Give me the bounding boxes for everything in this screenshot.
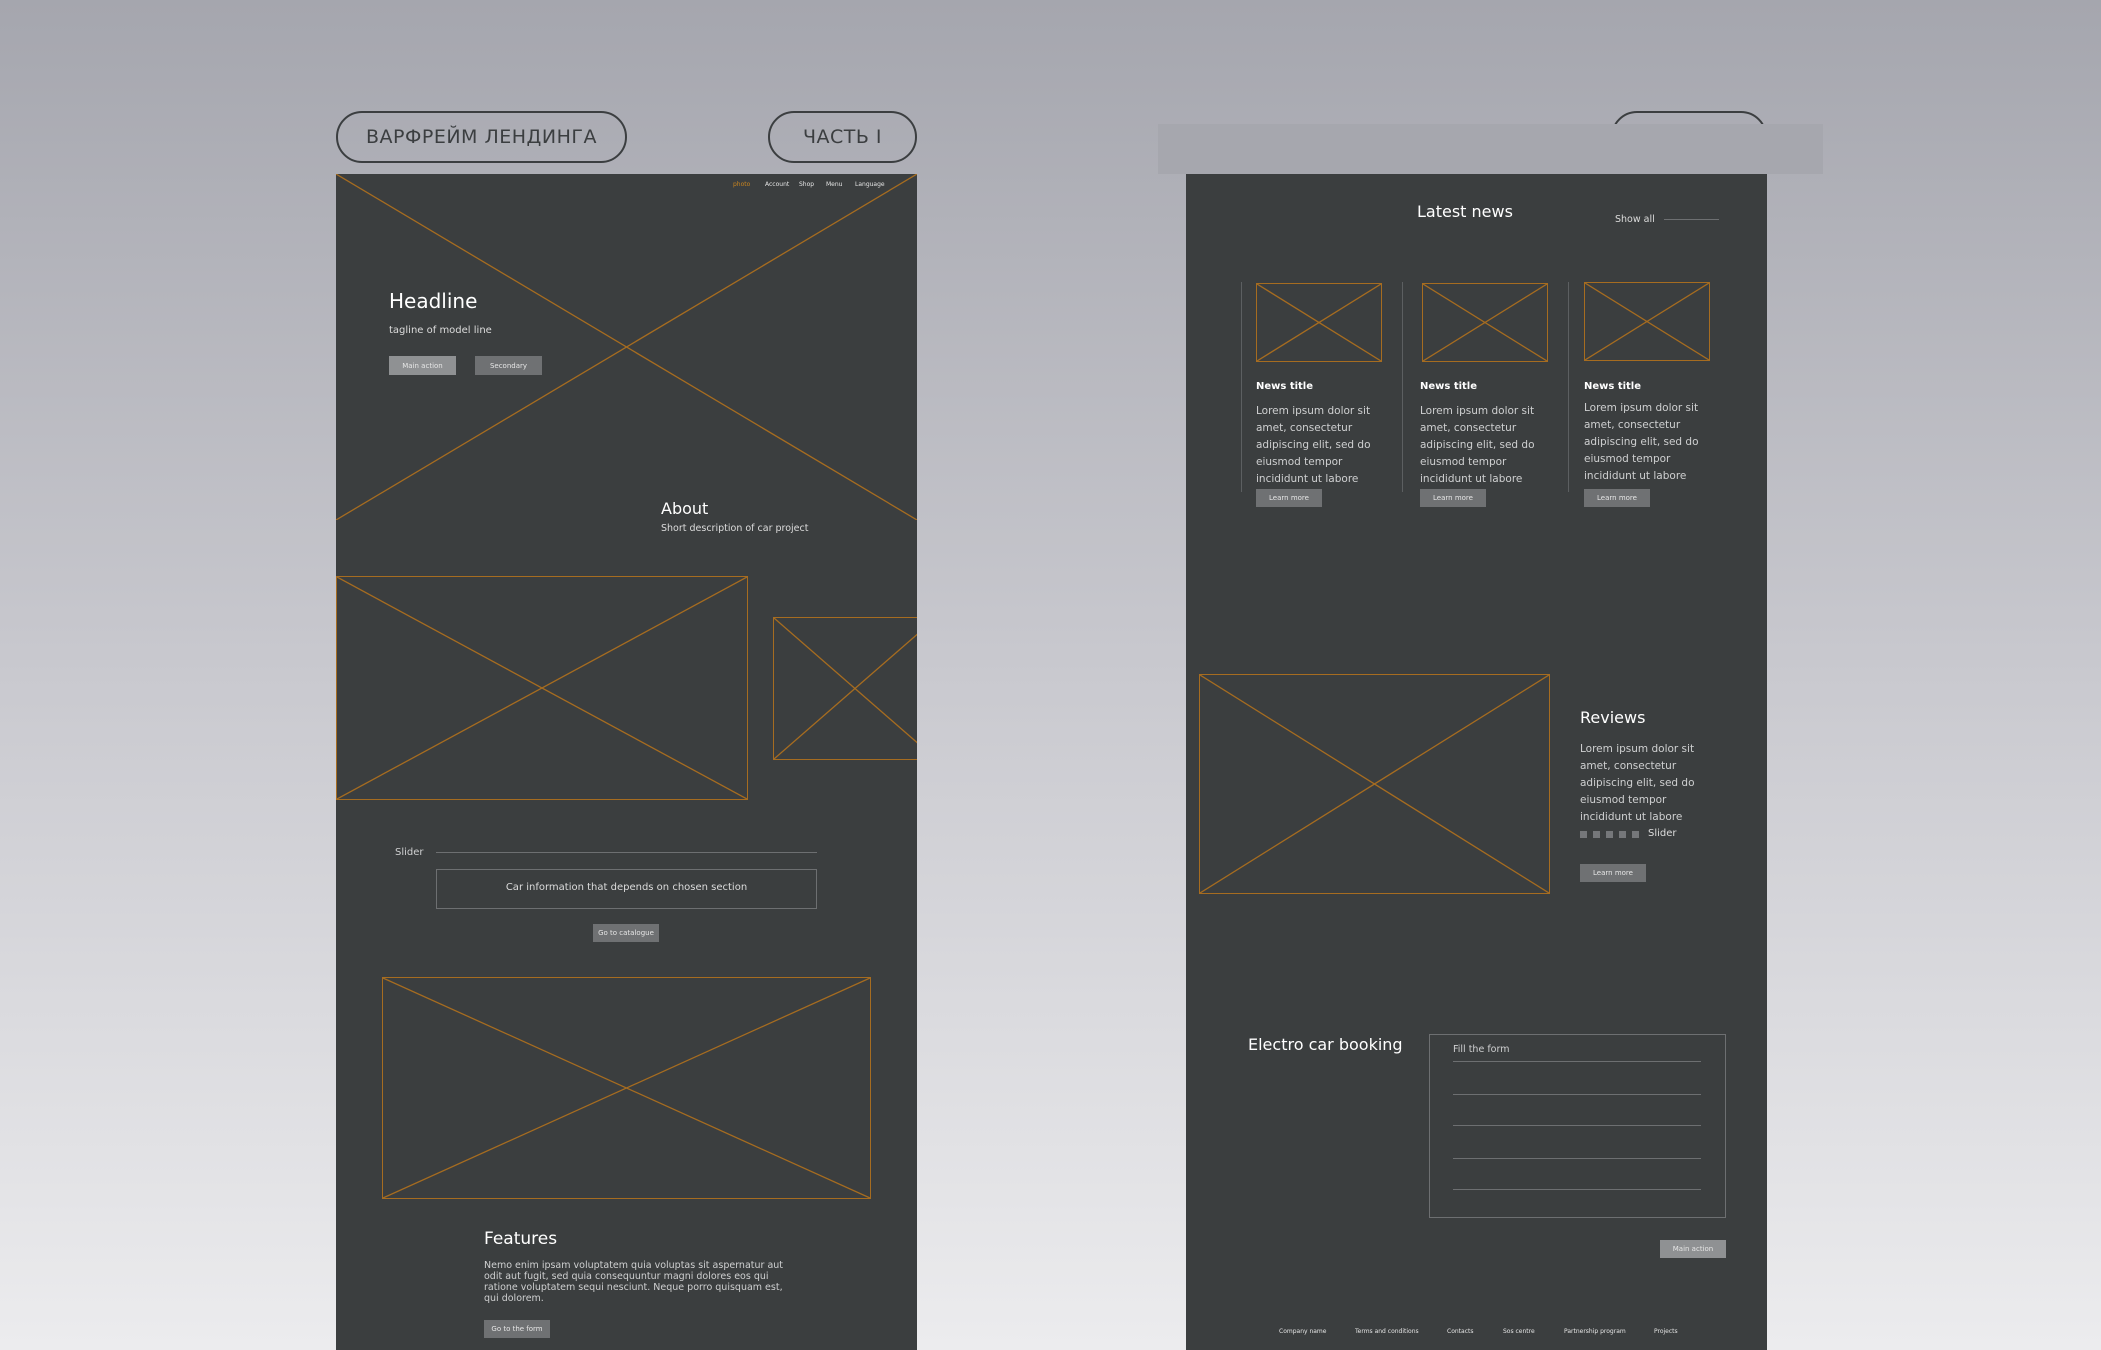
news-divider xyxy=(1241,282,1242,492)
footer-partnership[interactable]: Partnership program xyxy=(1564,1328,1626,1335)
slider-track[interactable] xyxy=(436,852,817,853)
main-action-button[interactable]: Main action xyxy=(389,356,456,375)
feature-image-placeholder xyxy=(382,977,871,1199)
part1-pill: ЧАСТЬ I xyxy=(768,111,917,163)
news-image-3 xyxy=(1584,282,1710,361)
slider-dot[interactable] xyxy=(1632,831,1639,838)
form-field-line[interactable] xyxy=(1453,1094,1701,1095)
news-text-2: Lorem ipsum dolor sit amet, consectetur … xyxy=(1420,405,1535,485)
hero-tagline: tagline of model line xyxy=(389,325,492,336)
news-title-1: News title xyxy=(1256,381,1314,392)
nav-logo[interactable]: photo xyxy=(733,181,750,188)
nav-account[interactable]: Account xyxy=(765,181,789,188)
about-title: About xyxy=(661,499,709,518)
reviews-title: Reviews xyxy=(1580,708,1646,727)
car-info-text: Car information that depends on chosen s… xyxy=(505,882,748,893)
go-to-form-button[interactable]: Go to the form xyxy=(484,1320,550,1338)
reviews-learn-more-button[interactable]: Learn more xyxy=(1580,864,1646,882)
fill-the-form-label: Fill the form xyxy=(1453,1044,1510,1055)
part2-backdrop xyxy=(1158,124,1823,174)
show-all-line xyxy=(1664,219,1719,220)
booking-main-action-button[interactable]: Main action xyxy=(1660,1240,1726,1258)
hero-image-placeholder xyxy=(336,174,917,520)
reviews-slider-dots[interactable] xyxy=(1580,831,1642,839)
slider-label: Slider xyxy=(395,847,424,858)
footer-company-name[interactable]: Company name xyxy=(1279,1328,1326,1335)
slider-dot[interactable] xyxy=(1606,831,1613,838)
form-field-line[interactable] xyxy=(1453,1061,1701,1062)
footer-sos-centre[interactable]: Sos centre xyxy=(1503,1328,1535,1335)
part1-board: photo Account Shop Menu Language Headlin… xyxy=(336,174,917,1350)
news-image-1 xyxy=(1256,283,1382,362)
news-learn-more-2[interactable]: Learn more xyxy=(1420,489,1486,507)
nav-shop[interactable]: Shop xyxy=(799,181,814,188)
nav-menu[interactable]: Menu xyxy=(826,181,842,188)
news-text-3: Lorem ipsum dolor sit amet, consectetur … xyxy=(1584,402,1699,482)
reviews-text: Lorem ipsum dolor sit amet, consectetur … xyxy=(1580,743,1695,823)
news-divider xyxy=(1568,282,1569,492)
slider-dot[interactable] xyxy=(1619,831,1626,838)
hero-headline: Headline xyxy=(389,289,478,313)
form-field-line[interactable] xyxy=(1453,1125,1701,1126)
secondary-button[interactable]: Secondary xyxy=(475,356,542,375)
show-all-link[interactable]: Show all xyxy=(1615,214,1655,225)
nav-language[interactable]: Language xyxy=(855,181,885,188)
news-title-3: News title xyxy=(1584,381,1642,392)
go-to-catalogue-button[interactable]: Go to catalogue xyxy=(593,924,659,942)
latest-news-title: Latest news xyxy=(1417,202,1513,221)
slider-dot[interactable] xyxy=(1593,831,1600,838)
news-learn-more-1[interactable]: Learn more xyxy=(1256,489,1322,507)
landing-wireframe-pill: ВАРФРЕЙМ ЛЕНДИНГА xyxy=(336,111,627,163)
booking-title: Electro car booking xyxy=(1248,1035,1403,1054)
news-learn-more-3[interactable]: Learn more xyxy=(1584,489,1650,507)
news-title-2: News title xyxy=(1420,381,1478,392)
part2-board: Latest news Show all News title Lorem ip… xyxy=(1186,174,1767,1350)
news-text-1: Lorem ipsum dolor sit amet, consectetur … xyxy=(1256,405,1371,485)
footer-projects[interactable]: Projects xyxy=(1654,1328,1678,1335)
about-image-small xyxy=(773,617,917,760)
slider-dot[interactable] xyxy=(1580,831,1587,838)
about-image-large xyxy=(336,576,748,800)
reviews-slider-label: Slider xyxy=(1648,828,1677,839)
news-image-2 xyxy=(1422,283,1548,362)
news-divider xyxy=(1402,282,1403,492)
footer-contacts[interactable]: Contacts xyxy=(1447,1328,1473,1335)
form-field-line[interactable] xyxy=(1453,1158,1701,1159)
features-title: Features xyxy=(484,1229,558,1249)
reviews-image-placeholder xyxy=(1199,674,1550,894)
about-description: Short description of car project xyxy=(661,523,809,534)
footer-terms[interactable]: Terms and conditions xyxy=(1355,1328,1419,1335)
form-field-line[interactable] xyxy=(1453,1189,1701,1190)
features-text: Nemo enim ipsam voluptatem quia voluptas… xyxy=(484,1260,784,1304)
